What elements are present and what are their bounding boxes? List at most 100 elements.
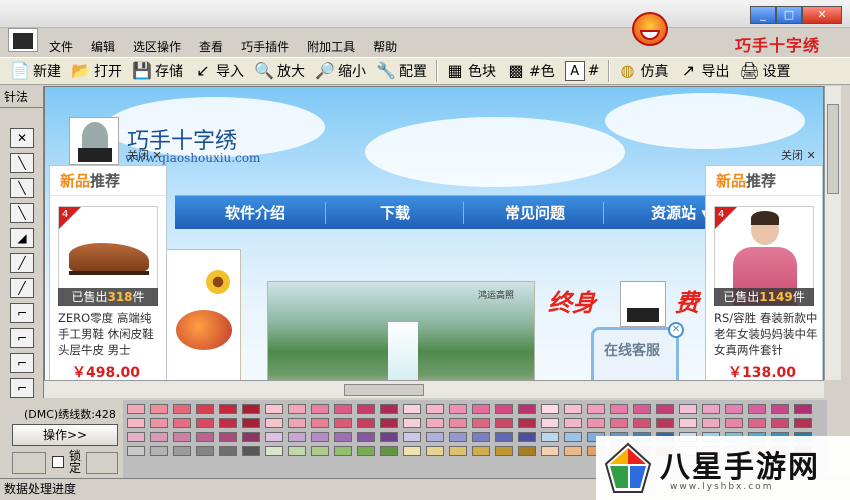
color-swatch[interactable]	[150, 446, 168, 456]
color-swatch[interactable]	[426, 418, 444, 428]
color-swatch[interactable]	[242, 432, 260, 442]
color-swatch[interactable]	[771, 404, 789, 414]
scroll-thumb[interactable]	[344, 384, 424, 396]
color-swatch[interactable]	[426, 404, 444, 414]
color-swatch[interactable]	[380, 432, 398, 442]
text-mode-button[interactable]: A #	[561, 59, 604, 83]
color-swatch[interactable]	[311, 404, 329, 414]
save-button[interactable]: 💾 存储	[128, 59, 187, 83]
color-swatch[interactable]	[242, 418, 260, 428]
bead-stitch-tool-button[interactable]: ⌐	[10, 378, 34, 398]
color-swatch[interactable]	[150, 418, 168, 428]
color-swatch[interactable]	[610, 404, 628, 414]
color-swatch[interactable]	[472, 432, 490, 442]
color-swatch[interactable]	[656, 418, 674, 428]
color-swatch[interactable]	[380, 404, 398, 414]
color-swatch[interactable]	[748, 418, 766, 428]
zoom-out-button[interactable]: 🔎 缩小	[311, 59, 370, 83]
color-swatch[interactable]	[173, 418, 191, 428]
color-swatch[interactable]	[196, 446, 214, 456]
nav-software-intro[interactable]: 软件介绍	[195, 196, 315, 230]
long-stitch-tool-button[interactable]: ╲	[10, 203, 34, 223]
new-products-ad-right[interactable]: 新品推荐 4 已售出1149件 RS/容胜 春装新款中老年女装妈妈装中年女真两件…	[705, 165, 823, 385]
close-button[interactable]: ✕	[802, 6, 842, 24]
color-swatch[interactable]	[265, 446, 283, 456]
color-swatch[interactable]	[495, 446, 513, 456]
color-swatch[interactable]	[702, 418, 720, 428]
color-swatch[interactable]	[334, 446, 352, 456]
diagonal-line-tool-button[interactable]: ╱	[10, 253, 34, 273]
color-swatch[interactable]	[541, 404, 559, 414]
color-swatch[interactable]	[334, 432, 352, 442]
color-swatch[interactable]	[564, 418, 582, 428]
nav-faq[interactable]: 常见问题	[475, 196, 595, 230]
color-swatch[interactable]	[725, 418, 743, 428]
color-swatch[interactable]	[794, 404, 812, 414]
color-swatch[interactable]	[495, 418, 513, 428]
color-swatch[interactable]	[495, 432, 513, 442]
menu-plugins[interactable]: 巧手插件	[232, 38, 298, 56]
color-swatch[interactable]	[219, 432, 237, 442]
color-swatch[interactable]	[173, 432, 191, 442]
color-swatch[interactable]	[679, 418, 697, 428]
nav-download[interactable]: 下载	[335, 196, 455, 230]
color-swatch[interactable]	[633, 418, 651, 428]
export-button[interactable]: ↗ 导出	[674, 59, 733, 83]
site-logo[interactable]	[69, 117, 119, 165]
simulate-button[interactable]: ◍ 仿真	[613, 59, 672, 83]
color-swatch[interactable]	[472, 446, 490, 456]
color-swatch[interactable]	[357, 446, 375, 456]
close-icon[interactable]: ✕	[668, 322, 684, 338]
color-swatch[interactable]	[242, 446, 260, 456]
color-swatch[interactable]	[748, 404, 766, 414]
zoom-in-button[interactable]: 🔍 放大	[250, 59, 309, 83]
setup-button[interactable]: 🖨 设置	[735, 59, 794, 83]
color-swatch[interactable]	[426, 432, 444, 442]
color-swatch[interactable]	[380, 418, 398, 428]
color-swatch[interactable]	[196, 404, 214, 414]
color-swatch[interactable]	[127, 446, 145, 456]
color-swatch[interactable]	[311, 432, 329, 442]
color-swatch[interactable]	[794, 418, 812, 428]
color-swatch[interactable]	[518, 432, 536, 442]
menu-selection[interactable]: 选区操作	[124, 38, 190, 56]
straight-line-tool-button[interactable]: ╱	[10, 278, 34, 298]
color-swatch[interactable]	[288, 446, 306, 456]
color-swatch[interactable]	[127, 418, 145, 428]
menu-help[interactable]: 帮助	[364, 38, 406, 56]
color-swatch[interactable]	[357, 404, 375, 414]
color-swatch[interactable]	[449, 404, 467, 414]
color-swatch[interactable]	[219, 446, 237, 456]
minimize-button[interactable]: _	[750, 6, 776, 24]
color-swatch[interactable]	[587, 404, 605, 414]
color-swatch[interactable]	[426, 446, 444, 456]
quarter-stitch-tool-button[interactable]: ⌐	[10, 328, 34, 348]
color-swatch[interactable]	[564, 404, 582, 414]
color-swatch[interactable]	[311, 418, 329, 428]
color-swatch[interactable]	[541, 446, 559, 456]
color-swatch[interactable]	[173, 446, 191, 456]
fill-stitch-tool-button[interactable]: ◢	[10, 228, 34, 248]
color-swatch[interactable]	[288, 432, 306, 442]
menu-view[interactable]: 查看	[190, 38, 232, 56]
color-swatch[interactable]	[541, 418, 559, 428]
close-ad-right[interactable]: 关闭 ✕	[781, 147, 816, 163]
color-swatch[interactable]	[265, 432, 283, 442]
import-button[interactable]: ↙ 导入	[189, 59, 248, 83]
color-swatch[interactable]	[564, 446, 582, 456]
color-swatch[interactable]	[656, 404, 674, 414]
color-swatch[interactable]	[150, 432, 168, 442]
menu-edit[interactable]: 编辑	[82, 38, 124, 56]
color-swatch[interactable]	[633, 404, 651, 414]
color-swatch[interactable]	[449, 418, 467, 428]
color-block-button[interactable]: ▦ 色块	[441, 59, 500, 83]
color-swatch[interactable]	[449, 446, 467, 456]
color-swatch[interactable]	[219, 404, 237, 414]
color-swatch[interactable]	[357, 432, 375, 442]
backstitch-tool-button[interactable]: ╲	[10, 178, 34, 198]
half-stitch-tool-button[interactable]: ╲	[10, 153, 34, 173]
color-swatch[interactable]	[702, 404, 720, 414]
product-description[interactable]: ZERO零度 高端纯手工男鞋 休闲皮鞋 头层牛皮 男士	[58, 310, 162, 358]
color-swatch[interactable]	[472, 418, 490, 428]
operate-button[interactable]: 操作>>	[12, 424, 118, 446]
